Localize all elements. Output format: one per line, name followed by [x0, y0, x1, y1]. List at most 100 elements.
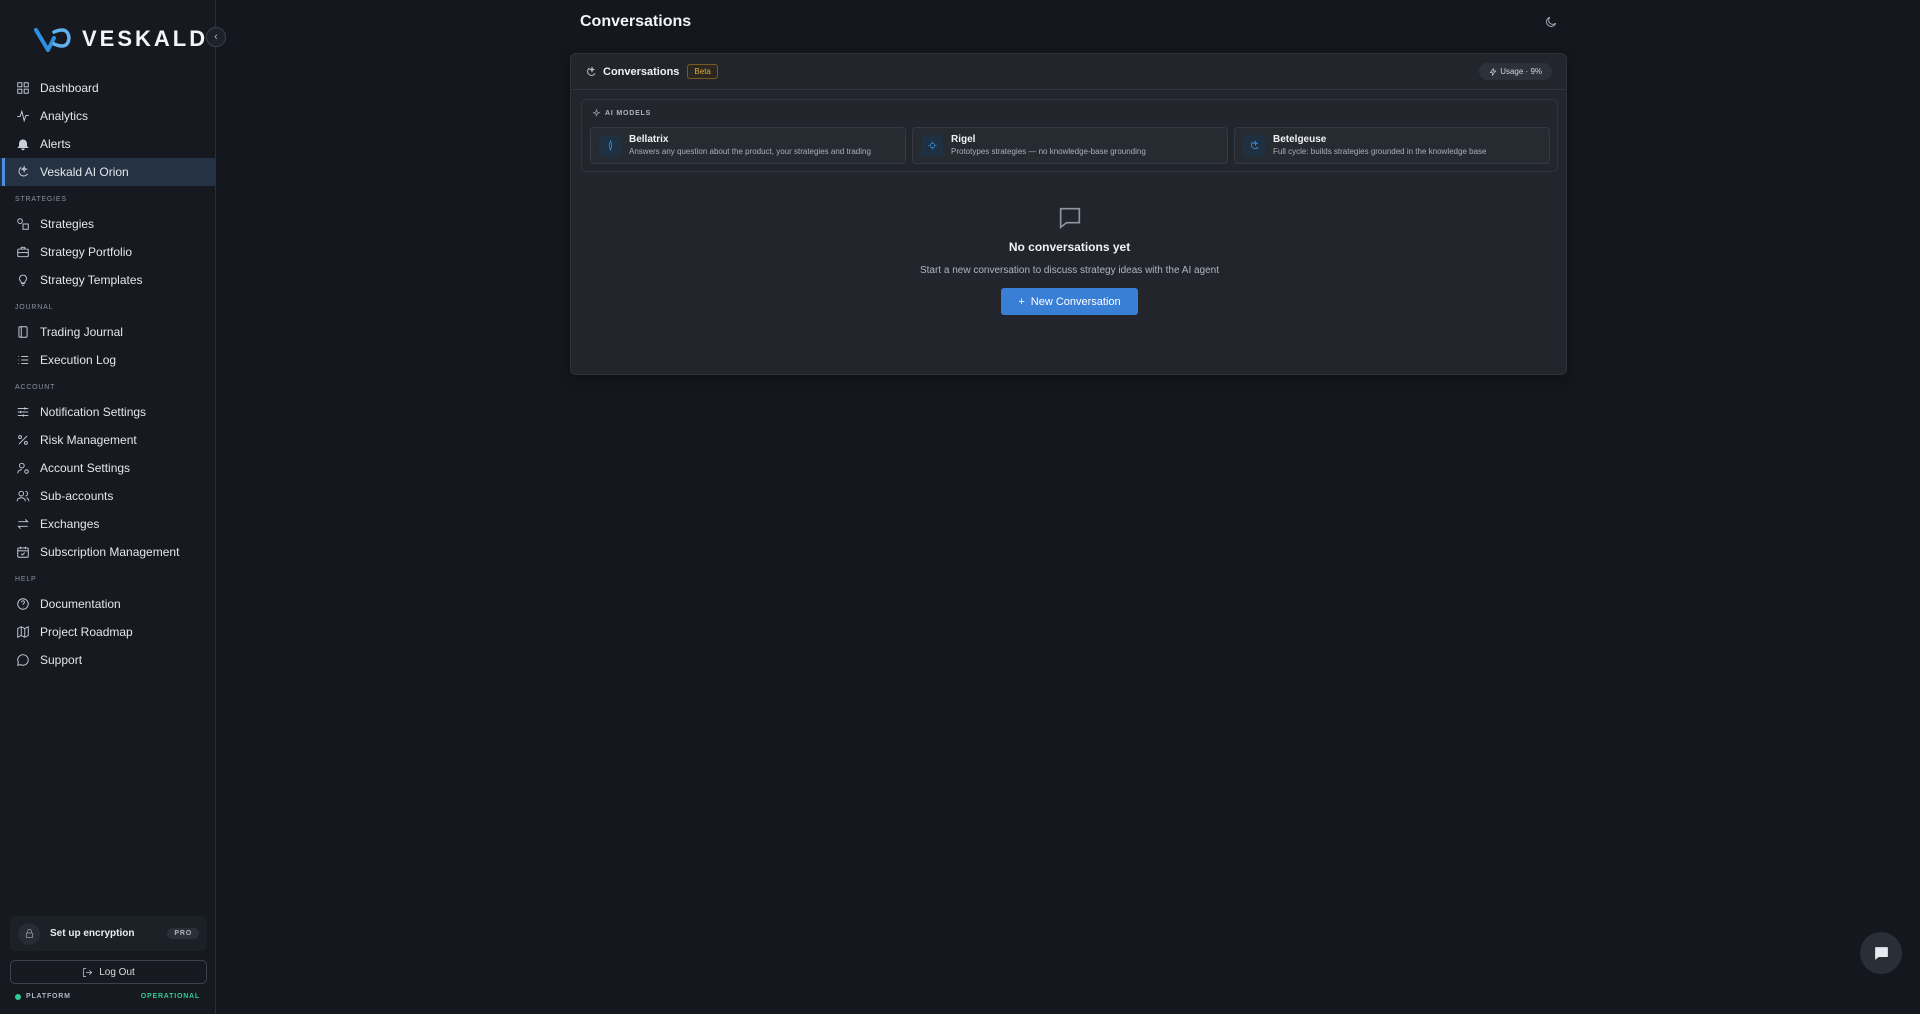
sidebar-item-dashboard[interactable]: Dashboard [0, 74, 215, 102]
pro-badge: PRO [167, 928, 199, 939]
sidebar-item-label: Dashboard [40, 81, 99, 95]
arrows-swap-icon [17, 519, 29, 529]
sidebar-item-label: Exchanges [40, 517, 100, 531]
status-platform-label: PLATFORM [26, 993, 71, 1000]
bellatrix-icon [599, 134, 621, 157]
model-description: Prototypes strategies — no knowledge-bas… [951, 147, 1146, 156]
sidebar-item-label: Alerts [40, 137, 71, 151]
sidebar-item-label: Sub-accounts [40, 489, 114, 503]
sidebar-item-strategy-portfolio[interactable]: Strategy Portfolio [0, 238, 215, 266]
model-card-bellatrix[interactable]: Bellatrix Answers any question about the… [590, 127, 906, 164]
orion-icon [18, 165, 29, 177]
encryption-label: Set up encryption [50, 928, 135, 939]
moon-icon [1546, 16, 1557, 27]
sidebar-item-analytics[interactable]: Analytics [0, 102, 215, 130]
sidebar-item-risk-management[interactable]: Risk Management [0, 426, 215, 454]
user-cog-icon [17, 462, 29, 474]
sidebar-item-label: Account Settings [40, 461, 131, 475]
model-card-betelgeuse[interactable]: Betelgeuse Full cycle: builds strategies… [1234, 127, 1550, 164]
notebook-icon [18, 326, 28, 338]
sidebar-item-label: Risk Management [40, 433, 137, 447]
calendar-check-icon [17, 546, 29, 558]
model-description: Answers any question about the product, … [629, 147, 871, 156]
chat-widget-button[interactable] [1860, 932, 1902, 974]
sidebar-item-notification-settings[interactable]: Notification Settings [0, 398, 215, 426]
empty-state-description: Start a new conversation to discuss stra… [919, 265, 1220, 276]
setup-encryption-button[interactable]: Set up encryption PRO [10, 916, 207, 951]
sidebar-item-documentation[interactable]: Documentation [0, 590, 215, 618]
bell-icon [17, 139, 29, 151]
orion-icon [587, 65, 596, 76]
logout-icon [83, 967, 93, 977]
model-description: Full cycle: builds strategies grounded i… [1273, 147, 1487, 156]
sidebar-item-sub-accounts[interactable]: Sub-accounts [0, 482, 215, 510]
new-conversation-button[interactable]: + New Conversation [1001, 288, 1138, 315]
sidebar-nav: Dashboard Analytics Alerts Veskald AI Or… [0, 74, 215, 674]
logout-label: Log Out [99, 966, 135, 978]
sidebar-item-subscription-management[interactable]: Subscription Management [0, 538, 215, 566]
new-conversation-label: New Conversation [1030, 295, 1121, 308]
shapes-icon [17, 218, 29, 230]
status-dot [15, 993, 21, 1000]
section-title-account: ACCOUNT [15, 384, 56, 391]
sidebar-item-trading-journal[interactable]: Trading Journal [0, 318, 215, 346]
message-circle-icon [17, 654, 29, 666]
conversations-panel: Conversations Beta Usage · 9% AI MODELS … [570, 53, 1567, 375]
sidebar-item-label: Strategies [40, 217, 95, 231]
sidebar-item-label: Documentation [40, 597, 121, 611]
chevron-left-icon: ‹ [214, 31, 218, 43]
sidebar-item-exchanges[interactable]: Exchanges [0, 510, 215, 538]
sidebar-item-execution-log[interactable]: Execution Log [0, 346, 215, 374]
sidebar-item-project-roadmap[interactable]: Project Roadmap [0, 618, 215, 646]
lock-icon [18, 922, 40, 945]
model-name: Betelgeuse [1273, 134, 1327, 145]
empty-state: No conversations yet Start a new convers… [571, 204, 1568, 315]
sidebar-item-label: Support [40, 653, 83, 667]
lightning-icon [1489, 67, 1497, 76]
sidebar-item-label: Trading Journal [40, 325, 123, 339]
ai-models-label: AI MODELS [605, 110, 652, 117]
map-icon [17, 625, 29, 639]
collapse-sidebar-button[interactable]: ‹ [206, 27, 226, 47]
model-name: Bellatrix [629, 134, 669, 145]
plus-icon: + [1018, 295, 1025, 308]
model-card-rigel[interactable]: Rigel Prototypes strategies — no knowled… [912, 127, 1228, 164]
brand-name: VESKALD [82, 26, 209, 51]
ai-models-section: AI MODELS Bellatrix Answers any question… [581, 99, 1558, 172]
brand-logo[interactable]: VESKALD [34, 24, 208, 54]
panel-header: Conversations Beta Usage · 9% [571, 54, 1566, 90]
grid-icon [17, 82, 29, 94]
empty-state-title: No conversations yet [1008, 240, 1131, 254]
lightbulb-icon [19, 274, 27, 286]
sidebar-item-alerts[interactable]: Alerts [0, 130, 215, 158]
usage-pill[interactable]: Usage · 9% [1479, 63, 1552, 80]
theme-toggle-button[interactable] [1544, 15, 1560, 31]
sidebar-item-strategies[interactable]: Strategies [0, 210, 215, 238]
sidebar-item-label: Veskald AI Orion [40, 165, 129, 179]
logout-button[interactable]: Log Out [10, 960, 207, 984]
section-title-journal: JOURNAL [15, 304, 54, 311]
chat-bubble-icon [1056, 204, 1084, 232]
sidebar-item-label: Analytics [40, 109, 89, 123]
platform-status: PLATFORM OPERATIONAL [15, 993, 200, 1000]
list-icon [18, 356, 29, 364]
sidebar-item-veskald-ai-orion[interactable]: Veskald AI Orion [0, 158, 215, 186]
sliders-icon [17, 407, 29, 417]
sparkles-icon [592, 109, 601, 117]
beta-badge: Beta [687, 64, 718, 79]
chat-icon [1874, 946, 1888, 960]
briefcase-icon [17, 246, 29, 258]
sidebar-item-label: Execution Log [40, 353, 117, 367]
sidebar-item-support[interactable]: Support [0, 646, 215, 674]
sidebar-item-account-settings[interactable]: Account Settings [0, 454, 215, 482]
sidebar-item-label: Project Roadmap [40, 625, 133, 639]
sidebar-item-label: Subscription Management [40, 545, 180, 559]
sidebar-item-label: Strategy Portfolio [40, 245, 133, 259]
sidebar-item-strategy-templates[interactable]: Strategy Templates [0, 266, 215, 294]
help-circle-icon [17, 598, 29, 610]
percent-icon [18, 435, 28, 445]
sidebar-item-label: Strategy Templates [40, 273, 143, 287]
sidebar-item-label: Notification Settings [40, 405, 147, 419]
model-name: Rigel [951, 134, 976, 145]
section-title-help: HELP [15, 576, 37, 583]
